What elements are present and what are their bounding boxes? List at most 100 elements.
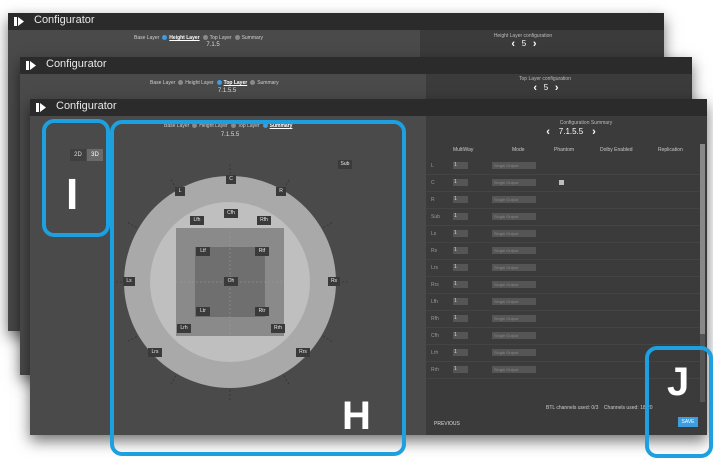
- step-base-layer[interactable]: Base Layer: [134, 35, 159, 41]
- table-row: Lfh 1 Single Output: [426, 294, 702, 311]
- table-row: L 1 Single Output: [426, 158, 702, 175]
- col-phantom: Phantom: [554, 147, 575, 153]
- step-base-layer[interactable]: Base Layer: [150, 80, 175, 86]
- step-height-layer[interactable]: Height Layer: [185, 80, 213, 86]
- mode-select[interactable]: Single Output: [492, 264, 536, 271]
- table-row: R 1 Single Output: [426, 192, 702, 209]
- chevron-left-icon[interactable]: ‹: [533, 82, 537, 94]
- app-logo-icon: [14, 17, 24, 26]
- step-top-layer[interactable]: Top Layer: [224, 80, 248, 86]
- mode-select[interactable]: Single Output: [492, 366, 536, 373]
- table-row: Rfh 1 Single Output: [426, 311, 702, 328]
- multiway-input[interactable]: 1: [453, 230, 468, 237]
- mode-select[interactable]: Single Output: [492, 315, 536, 322]
- app-logo-icon: [26, 61, 36, 70]
- multiway-input[interactable]: 1: [453, 247, 468, 254]
- channels-used-label: Channels used:: [603, 405, 639, 411]
- step-top-layer[interactable]: Top Layer: [210, 35, 232, 41]
- mode-select[interactable]: Single Output: [492, 230, 536, 237]
- app-title: Configurator: [46, 58, 107, 70]
- step-dot-icon: [250, 80, 256, 85]
- channel-name: R: [431, 197, 435, 203]
- step-dot-icon: [178, 80, 184, 85]
- step-summary[interactable]: Summary: [242, 35, 263, 41]
- title-bar: Configurator: [8, 13, 664, 30]
- col-dolby-enabled: Dolby Enabled: [600, 147, 633, 153]
- channel-name: Rrs: [431, 282, 439, 288]
- callout-j-label: J: [667, 360, 690, 404]
- channel-name: Rfh: [431, 316, 439, 322]
- mode-select[interactable]: Single Output: [492, 349, 536, 356]
- callout-i-label: I: [66, 170, 79, 219]
- table-row: Rs 1 Single Output: [426, 243, 702, 260]
- step-dot-icon: [216, 80, 222, 85]
- callout-h-label: H: [342, 394, 371, 438]
- multiway-input[interactable]: 1: [453, 349, 468, 356]
- multiway-input[interactable]: 1: [453, 264, 468, 271]
- table-row: Rrs 1 Single Output: [426, 277, 702, 294]
- table-row: Lrs 1 Single Output: [426, 260, 702, 277]
- table-row: Ls 1 Single Output: [426, 226, 702, 243]
- format-label: 7.1.5.5: [217, 88, 237, 94]
- multiway-input[interactable]: 1: [453, 315, 468, 322]
- mode-select[interactable]: Single Output: [492, 162, 536, 169]
- config-stepper: ‹ 5 ›: [516, 82, 576, 94]
- channel-name: Lrh: [431, 350, 439, 356]
- channel-name: C: [431, 180, 435, 186]
- multiway-input[interactable]: 1: [453, 213, 468, 220]
- chevron-left-icon[interactable]: ‹: [511, 38, 515, 50]
- multiway-input[interactable]: 1: [453, 332, 468, 339]
- summary-stepper: ‹ 7.1.5.5 ›: [526, 126, 616, 138]
- btl-used-value: 0/3: [591, 405, 599, 411]
- channel-name: Rs: [431, 248, 438, 254]
- scrollbar-thumb[interactable]: [700, 144, 705, 334]
- title-bar: Configurator: [20, 57, 692, 74]
- mode-select[interactable]: Single Output: [492, 332, 536, 339]
- step-height-layer[interactable]: Height Layer: [169, 35, 199, 41]
- config-value: 5: [543, 83, 549, 92]
- app-title: Configurator: [34, 14, 95, 26]
- multiway-input[interactable]: 1: [453, 366, 468, 373]
- step-indicator: Base Layer Height Layer Top Layer Summary: [134, 35, 263, 41]
- chevron-right-icon[interactable]: ›: [592, 126, 596, 138]
- col-multiway: MultiWay: [453, 147, 474, 153]
- mode-select[interactable]: Single Output: [492, 196, 536, 203]
- mode-select[interactable]: Single Output: [492, 213, 536, 220]
- previous-button[interactable]: PREVIOUS: [434, 421, 460, 427]
- step-dot-icon: [162, 35, 168, 40]
- channel-name: Cfh: [431, 333, 439, 339]
- table-row: Cfh 1 Single Output: [426, 328, 702, 345]
- config-stepper: ‹ 5 ›: [494, 38, 554, 50]
- step-indicator: Base Layer Height Layer Top Layer Summary: [150, 80, 279, 86]
- mode-select[interactable]: Single Output: [492, 179, 536, 186]
- usage-footer: BTL channels used: 0/3 Channels used: 18…: [546, 405, 653, 411]
- channel-name: Rrh: [431, 367, 440, 373]
- step-dot-icon: [234, 35, 240, 40]
- phantom-checkbox[interactable]: [559, 180, 564, 185]
- mode-select[interactable]: Single Output: [492, 298, 536, 305]
- btl-used-label: BTL channels used:: [546, 405, 591, 411]
- col-mode: Mode: [512, 147, 525, 153]
- multiway-input[interactable]: 1: [453, 281, 468, 288]
- summary-value: 7.1.5.5: [558, 127, 584, 136]
- format-label: 7.1.5: [206, 42, 220, 48]
- mode-select[interactable]: Single Output: [492, 247, 536, 254]
- channel-name: Ls: [431, 231, 437, 237]
- col-replication: Replication: [658, 147, 683, 153]
- channel-name: Lfh: [431, 299, 438, 305]
- step-dot-icon: [202, 35, 208, 40]
- multiway-input[interactable]: 1: [453, 298, 468, 305]
- multiway-input[interactable]: 1: [453, 179, 468, 186]
- step-summary[interactable]: Summary: [257, 80, 278, 86]
- multiway-input[interactable]: 1: [453, 196, 468, 203]
- chevron-left-icon[interactable]: ‹: [546, 126, 550, 138]
- table-row: C 1 Single Output: [426, 175, 702, 192]
- multiway-input[interactable]: 1: [453, 162, 468, 169]
- chevron-right-icon[interactable]: ›: [533, 38, 537, 50]
- config-value: 5: [521, 39, 527, 48]
- mode-select[interactable]: Single Output: [492, 281, 536, 288]
- chevron-right-icon[interactable]: ›: [555, 82, 559, 94]
- channel-name: Sub: [431, 214, 440, 220]
- channel-name: L: [431, 163, 434, 169]
- channel-name: Lrs: [431, 265, 438, 271]
